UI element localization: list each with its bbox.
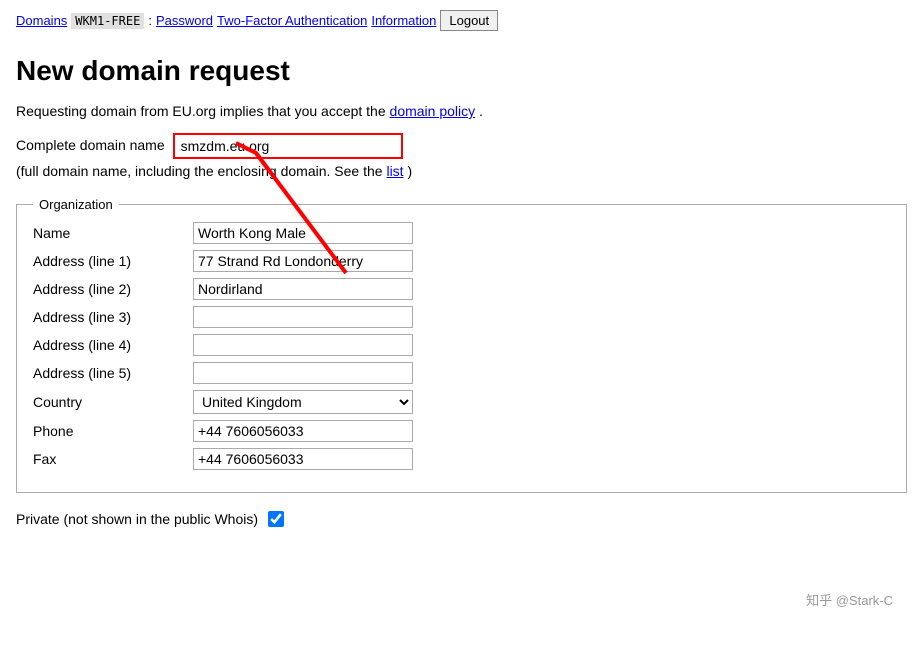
form-row-address5: Address (line 5) <box>33 362 890 384</box>
label-address3: Address (line 3) <box>33 309 193 325</box>
domain-name-section: Complete domain name <box>16 133 403 163</box>
input-address2[interactable] <box>193 278 413 300</box>
intro-text: Requesting domain from EU.org implies th… <box>16 103 907 119</box>
label-address4: Address (line 4) <box>33 337 193 353</box>
input-fax[interactable] <box>193 448 413 470</box>
label-address1: Address (line 1) <box>33 253 193 269</box>
form-row-country: Country United Kingdom United States Fra… <box>33 390 890 414</box>
label-name: Name <box>33 225 193 241</box>
form-row-phone: Phone <box>33 420 890 442</box>
full-domain-hint: (full domain name, including the enclosi… <box>16 163 907 179</box>
domain-policy-link[interactable]: domain policy <box>390 103 476 119</box>
domain-name-label: Complete domain name <box>16 133 165 153</box>
input-name[interactable] <box>193 222 413 244</box>
input-phone[interactable] <box>193 420 413 442</box>
input-address4[interactable] <box>193 334 413 356</box>
nav-current-domain: WKM1-FREE <box>71 13 144 29</box>
watermark: 知乎 @Stark-C <box>806 590 893 609</box>
label-address2: Address (line 2) <box>33 281 193 297</box>
label-phone: Phone <box>33 423 193 439</box>
country-select[interactable]: United Kingdom United States France Germ… <box>193 390 413 414</box>
nav-domains-link[interactable]: Domains <box>16 13 67 28</box>
label-address5: Address (line 5) <box>33 365 193 381</box>
list-link[interactable]: list <box>386 163 403 179</box>
logout-button[interactable]: Logout <box>440 10 498 31</box>
page-title: New domain request <box>16 55 907 87</box>
input-address1[interactable] <box>193 250 413 272</box>
private-checkbox[interactable] <box>268 511 284 527</box>
label-fax: Fax <box>33 451 193 467</box>
form-row-name: Name <box>33 222 890 244</box>
label-country: Country <box>33 394 193 410</box>
nav-password-link[interactable]: Password <box>156 13 213 28</box>
nav-twofactor-link[interactable]: Two-Factor Authentication <box>217 13 367 28</box>
form-row-address1: Address (line 1) <box>33 250 890 272</box>
org-legend: Organization <box>33 197 119 212</box>
form-row-address3: Address (line 3) <box>33 306 890 328</box>
domain-input-wrapper <box>173 133 403 159</box>
domain-name-input[interactable] <box>173 133 403 159</box>
nav-bar: Domains WKM1-FREE : Password Two-Factor … <box>16 10 907 31</box>
form-row-fax: Fax <box>33 448 890 470</box>
input-address3[interactable] <box>193 306 413 328</box>
input-address5[interactable] <box>193 362 413 384</box>
form-row-address4: Address (line 4) <box>33 334 890 356</box>
private-label: Private (not shown in the public Whois) <box>16 511 258 527</box>
form-row-address2: Address (line 2) <box>33 278 890 300</box>
nav-information-link[interactable]: Information <box>371 13 436 28</box>
nav-separator: : <box>148 13 152 28</box>
organization-fieldset: Organization Name Address (line 1) Addre… <box>16 197 907 493</box>
private-row: Private (not shown in the public Whois) <box>16 511 907 527</box>
